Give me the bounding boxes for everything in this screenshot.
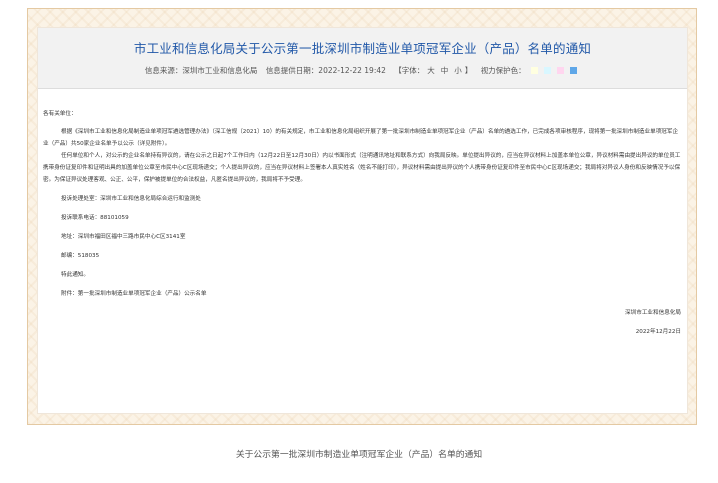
font-size-open: 【字体： <box>394 66 425 75</box>
swatch-yellow[interactable] <box>531 67 539 74</box>
notice-document: 市工业和信息化局关于公示第一批深圳市制造业单项冠军企业（产品）名单的通知 信息来… <box>37 27 688 414</box>
vision-protection-label: 视力保护色： <box>480 66 526 75</box>
notice-header: 市工业和信息化局关于公示第一批深圳市制造业单项冠军企业（产品）名单的通知 信息来… <box>38 28 687 89</box>
signature: 深圳市工业和信息化局 <box>625 310 681 316</box>
contact-postcode: 邮编：518035 <box>61 253 100 259</box>
contact-department: 投诉处理处室：深圳市工业和信息化局综合运行和监测处 <box>61 196 201 202</box>
image-caption: 关于公示第一批深圳市制造业单项冠军企业（产品）名单的通知 <box>235 450 483 460</box>
contact-address: 地址：深圳市福田区福中三路市民中心C区3141室 <box>61 234 186 240</box>
closing-line: 特此通知。 <box>61 272 89 278</box>
swatch-pink[interactable] <box>557 67 565 74</box>
font-small-button[interactable]: 小 <box>454 65 462 76</box>
font-size-control: 【字体：大中小】 <box>394 65 472 76</box>
contact-phone: 投诉联系电话：88101059 <box>61 215 129 221</box>
paragraph-basis: 根据《深圳市工业和信息化局制造业单项冠军遴选管理办法》（深工信规〔2021〕10… <box>43 129 679 147</box>
info-date: 信息提供日期：2022-12-22 19:42 <box>265 66 386 75</box>
swatch-cyan[interactable] <box>544 67 552 74</box>
notice-title: 市工业和信息化局关于公示第一批深圳市制造业单项冠军企业（产品）名单的通知 <box>133 41 592 56</box>
greeting: 各有关单位： <box>43 111 77 117</box>
notice-meta: 信息来源：深圳市工业和信息化局 信息提供日期：2022-12-22 19:42 … <box>38 65 687 76</box>
font-medium-button[interactable]: 中 <box>441 65 449 76</box>
info-source: 信息来源：深圳市工业和信息化局 <box>144 66 258 75</box>
sign-date: 2022年12月22日 <box>635 329 681 335</box>
font-large-button[interactable]: 大 <box>427 65 435 76</box>
swatch-blue[interactable] <box>570 67 578 74</box>
notice-body: 各有关单位： 根据《深圳市工业和信息化局制造业单项冠军遴选管理办法》（深工信规〔… <box>43 108 683 338</box>
vision-protection-control: 视力保护色： <box>481 65 580 76</box>
font-size-close: 】 <box>464 66 473 75</box>
paragraph-objection: 任何单位和个人，对公示的企业名单持有异议的，请在公示之日起7个工作日内（12月2… <box>43 153 681 183</box>
attachment-link[interactable]: 附件：第一批深圳市制造业单项冠军企业（产品）公示名单 <box>43 288 683 300</box>
